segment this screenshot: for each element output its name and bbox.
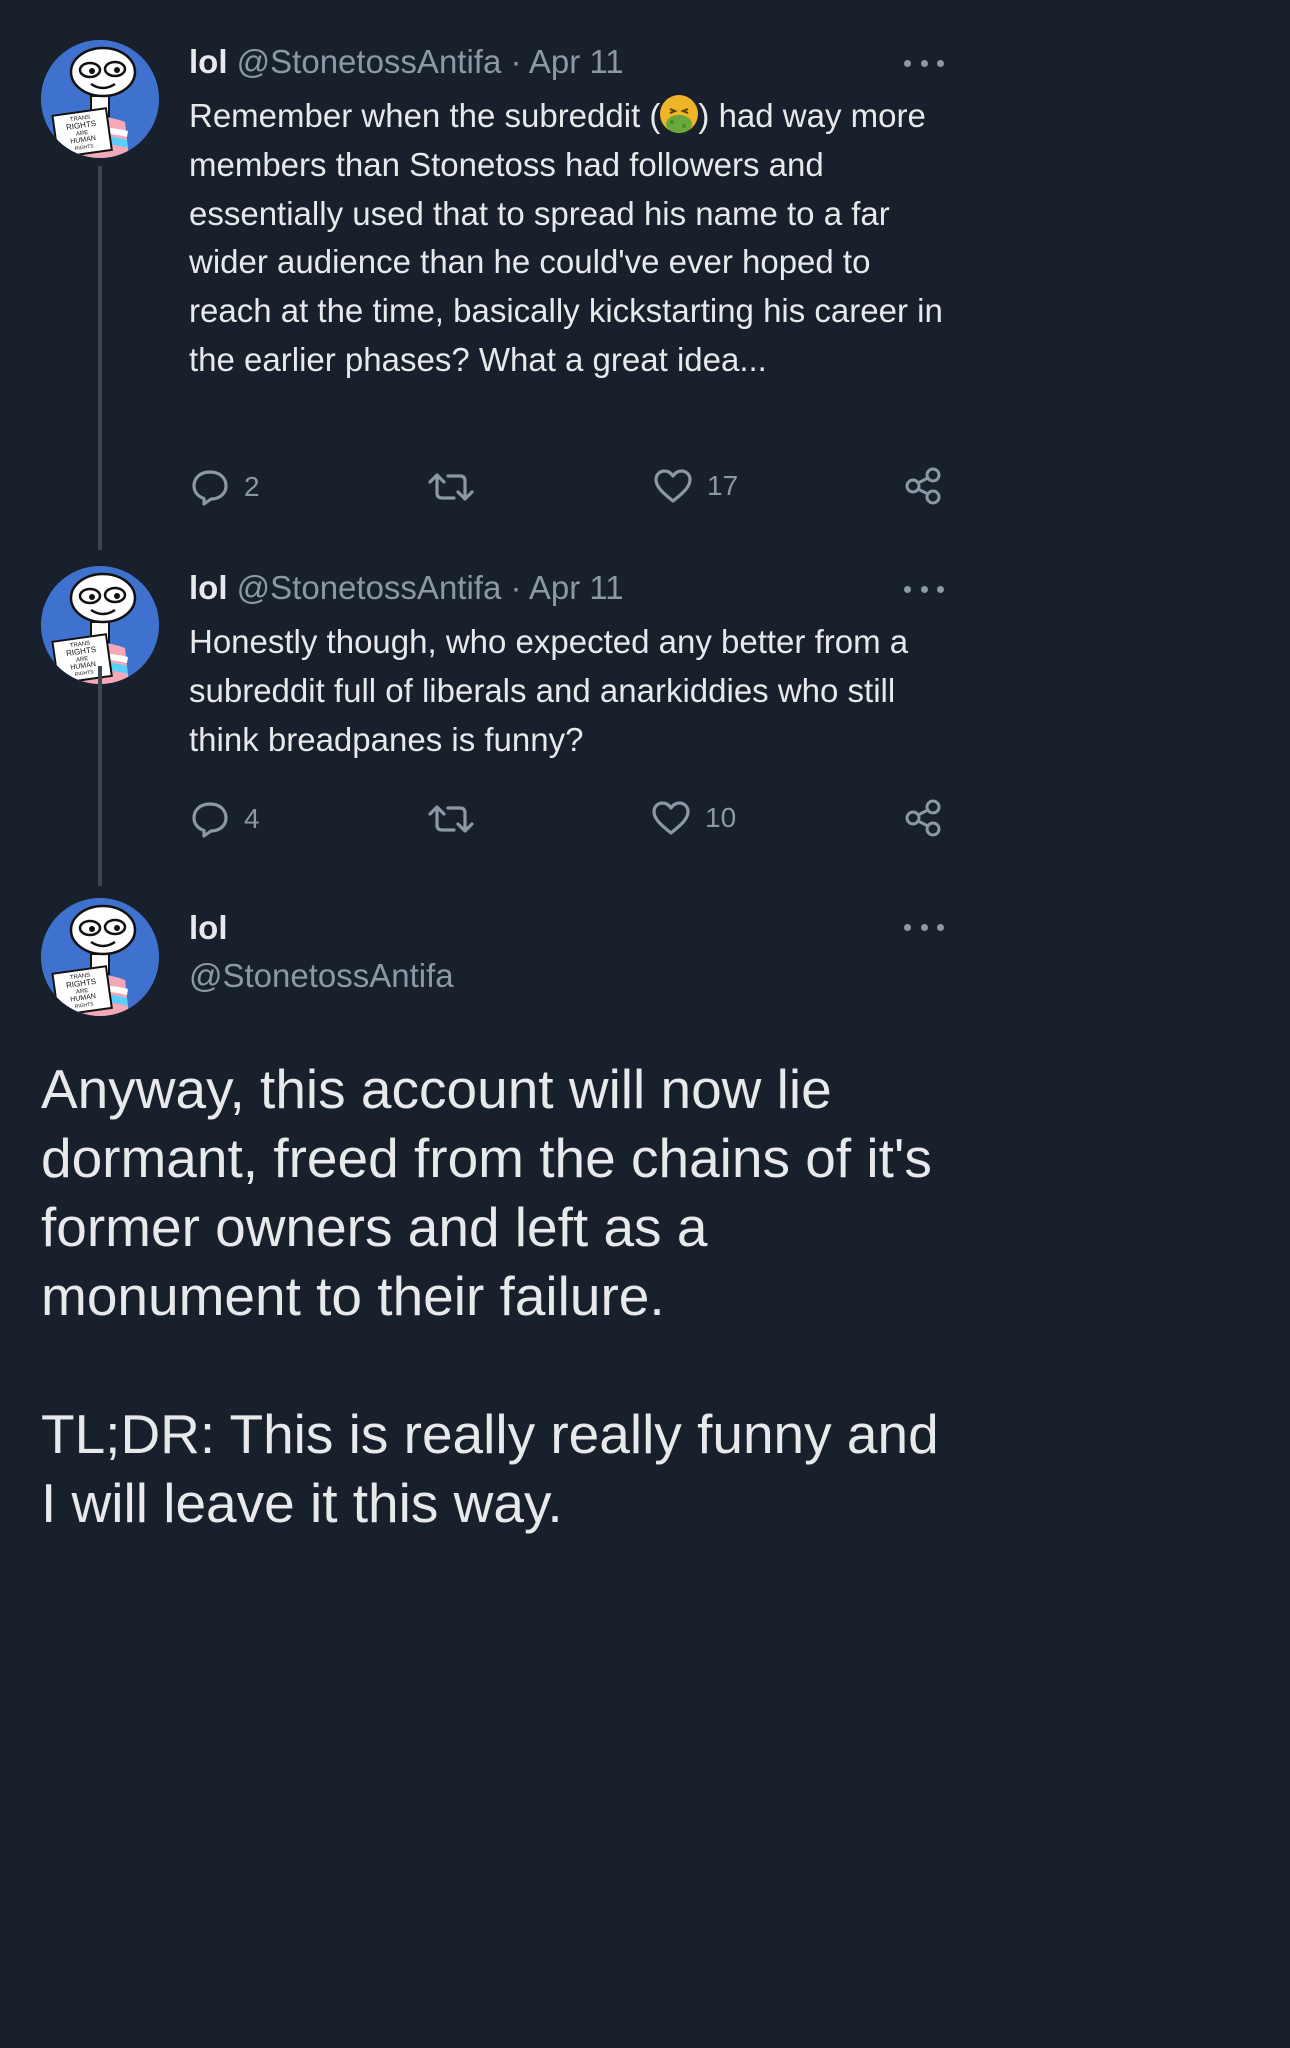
- avatar[interactable]: TRANS RIGHTS ARE HUMAN RIGHTS: [41, 40, 159, 158]
- main-tweet-text: Anyway, this account will now lie dorman…: [41, 1058, 939, 1534]
- thread-line: [98, 166, 102, 550]
- timestamp[interactable]: Apr 11: [529, 43, 624, 80]
- display-name[interactable]: lol: [189, 908, 228, 948]
- tweet-text: Honestly though, who expected any better…: [189, 623, 909, 758]
- user-handle[interactable]: @StonetossAntifa: [189, 956, 454, 996]
- retweet-icon: [428, 473, 474, 501]
- retweet-icon: [428, 805, 474, 833]
- timestamp[interactable]: Apr 11: [529, 569, 624, 606]
- reply-button[interactable]: 2: [190, 468, 260, 506]
- reply-count: 2: [244, 471, 260, 502]
- tweet-1[interactable]: TRANS RIGHTS ARE HUMAN RIGHTS lol @Stone…: [0, 0, 988, 550]
- user-handle-text: @StonetossAntifa: [189, 957, 454, 994]
- avatar[interactable]: TRANS RIGHTS ARE HUMAN RIGHTS: [41, 898, 159, 1016]
- user-handle[interactable]: @StonetossAntifa: [237, 43, 502, 80]
- reply-icon: [192, 470, 228, 506]
- reply-button[interactable]: 4: [190, 800, 260, 838]
- display-name-text: lol: [189, 909, 228, 946]
- thread-line: [98, 666, 102, 886]
- more-icon[interactable]: [904, 579, 944, 599]
- more-icon[interactable]: [904, 53, 944, 73]
- like-count: 10: [705, 802, 737, 833]
- reply-icon: [192, 802, 228, 838]
- heart-icon: [652, 801, 690, 835]
- tweet-text: Remember when the subreddit ( ) had way …: [189, 92, 959, 385]
- more-icon[interactable]: [904, 917, 944, 937]
- nauseated-face-emoji: [660, 95, 699, 133]
- separator: ·: [510, 43, 522, 80]
- tweet-header: lol @StonetossAntifa · Apr 11: [189, 568, 624, 608]
- tweet-2[interactable]: TRANS RIGHTS ARE HUMAN RIGHTS lol @Stone…: [0, 550, 988, 886]
- share-button[interactable]: [904, 799, 942, 837]
- like-count: 17: [707, 470, 739, 501]
- share-icon: [905, 799, 941, 837]
- separator: ·: [510, 569, 522, 606]
- main-tweet[interactable]: TRANS RIGHTS ARE HUMAN RIGHTS lol @Stone…: [0, 886, 988, 1568]
- display-name[interactable]: lol: [189, 43, 228, 80]
- heart-icon: [654, 469, 692, 503]
- like-button[interactable]: 17: [653, 468, 738, 504]
- retweet-button[interactable]: [428, 471, 474, 503]
- retweet-button[interactable]: [428, 803, 474, 835]
- share-icon: [905, 467, 941, 505]
- user-handle[interactable]: @StonetossAntifa: [237, 569, 502, 606]
- tweet-header: lol @StonetossAntifa · Apr 11: [189, 42, 624, 82]
- reply-count: 4: [244, 803, 260, 834]
- tweet-text-part: ) had way more members than Stonetoss ha…: [189, 97, 943, 378]
- display-name[interactable]: lol: [189, 569, 228, 606]
- share-button[interactable]: [904, 467, 942, 505]
- tweet-text-part: Remember when the subreddit (: [189, 97, 661, 134]
- like-button[interactable]: 10: [651, 800, 736, 836]
